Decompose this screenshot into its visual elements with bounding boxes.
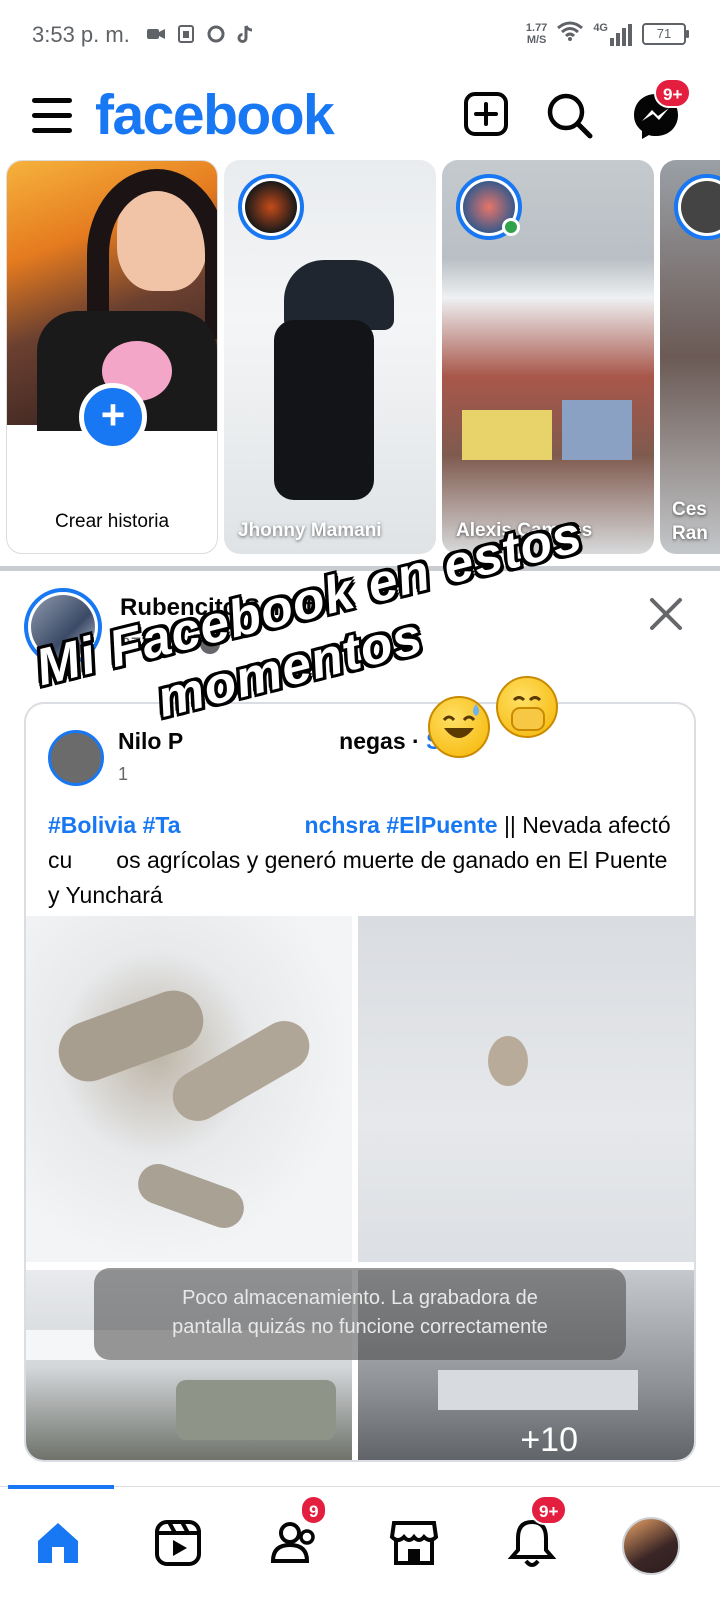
- wifi-icon: [557, 20, 584, 47]
- house-shape: [438, 1370, 638, 1410]
- plus-square-icon: [464, 92, 508, 136]
- app-header: facebook 9+: [0, 78, 720, 156]
- notification-icons: [146, 24, 256, 44]
- post-body: os agrícolas y generó muerte de ganado e…: [48, 847, 668, 908]
- shared-time: 1: [118, 764, 129, 784]
- tab-marketplace[interactable]: [388, 1517, 444, 1573]
- status-bar: 3:53 p. m. 1.77 M/S 4G 71: [0, 0, 720, 72]
- tiktok-icon: [236, 24, 256, 44]
- facebook-logo: facebook: [95, 83, 335, 147]
- create-story-card[interactable]: + Crear historia: [6, 160, 218, 554]
- post-text: #Bolivia #Ta nchsra #ElPuente || Nevada a…: [48, 808, 678, 913]
- building-shape: [462, 410, 552, 460]
- storage-warning-toast: Poco almacenamiento. La grabadora de pan…: [94, 1268, 626, 1360]
- more-photos-count: +10: [520, 1421, 578, 1459]
- add-story-icon[interactable]: +: [79, 383, 147, 451]
- hashtags[interactable]: #Bolivia #Ta: [48, 812, 181, 838]
- active-tab-indicator: [8, 1485, 114, 1489]
- battery-indicator: 71: [642, 22, 689, 45]
- story-card[interactable]: Alexis Campos: [442, 160, 654, 554]
- tab-profile-avatar[interactable]: [622, 1517, 680, 1575]
- messenger-badge: 9+: [654, 78, 692, 108]
- story-avatar: [674, 174, 720, 240]
- toast-line-1: Poco almacenamiento. La grabadora de: [182, 1287, 538, 1309]
- signal-icon: 4G: [593, 22, 632, 46]
- story-card[interactable]: Jhonny Mamani: [224, 160, 436, 554]
- friends-badge: 9: [300, 1495, 328, 1525]
- home-icon: [38, 1523, 78, 1563]
- search-icon: [547, 93, 593, 139]
- sim-icon: [176, 24, 196, 44]
- face-hand-over-mouth-emoji-icon: [496, 676, 558, 738]
- hashtags[interactable]: nchsra #ElPuente: [305, 812, 498, 838]
- system-status: 1.77 M/S 4G 71: [526, 20, 689, 47]
- online-indicator: [502, 218, 520, 236]
- sweat-smile-emoji-icon: [428, 696, 490, 758]
- post-photo[interactable]: [26, 916, 352, 1262]
- marketplace-icon: [389, 1521, 439, 1565]
- video-call-icon: [146, 24, 166, 44]
- story-name: Jhonny Mamani: [238, 520, 382, 541]
- search-button[interactable]: [544, 90, 596, 142]
- close-icon: [650, 598, 682, 630]
- network-speed: 1.77 M/S: [526, 22, 547, 46]
- bottom-navigation: 9 9+: [0, 1485, 720, 1600]
- network-speed-unit: M/S: [526, 33, 547, 46]
- network-type: 4G: [593, 21, 608, 34]
- messenger-button[interactable]: 9+: [630, 78, 692, 142]
- create-story-label: Crear historia: [54, 511, 170, 532]
- sheep-group: [176, 1380, 336, 1440]
- animal-shape: [488, 1036, 528, 1086]
- create-post-button[interactable]: [462, 90, 514, 142]
- story-card[interactable]: Ces Ran: [660, 160, 720, 554]
- network-speed-value: 1.77: [525, 21, 548, 34]
- reels-icon: [155, 1520, 201, 1566]
- post-photo[interactable]: [358, 916, 694, 1262]
- animal-shape: [132, 1158, 250, 1234]
- tab-home[interactable]: [32, 1517, 88, 1573]
- sync-icon: [206, 24, 226, 44]
- story-avatar: [238, 174, 304, 240]
- tab-reels[interactable]: [152, 1517, 208, 1573]
- story-name: Ces Ran: [672, 499, 708, 544]
- building-shape: [562, 400, 632, 460]
- tab-notifications[interactable]: 9+: [506, 1495, 568, 1573]
- menu-icon[interactable]: [32, 98, 72, 134]
- tab-friends[interactable]: 9: [270, 1495, 328, 1573]
- notifications-badge: 9+: [530, 1495, 568, 1525]
- toast-line-2: pantalla quizás no funcione correctament…: [172, 1316, 548, 1338]
- hide-post-button[interactable]: [646, 594, 686, 634]
- clock: 3:53 p. m.: [32, 22, 130, 47]
- shared-author-name-tail: negas: [339, 728, 406, 754]
- person-body: [274, 320, 374, 500]
